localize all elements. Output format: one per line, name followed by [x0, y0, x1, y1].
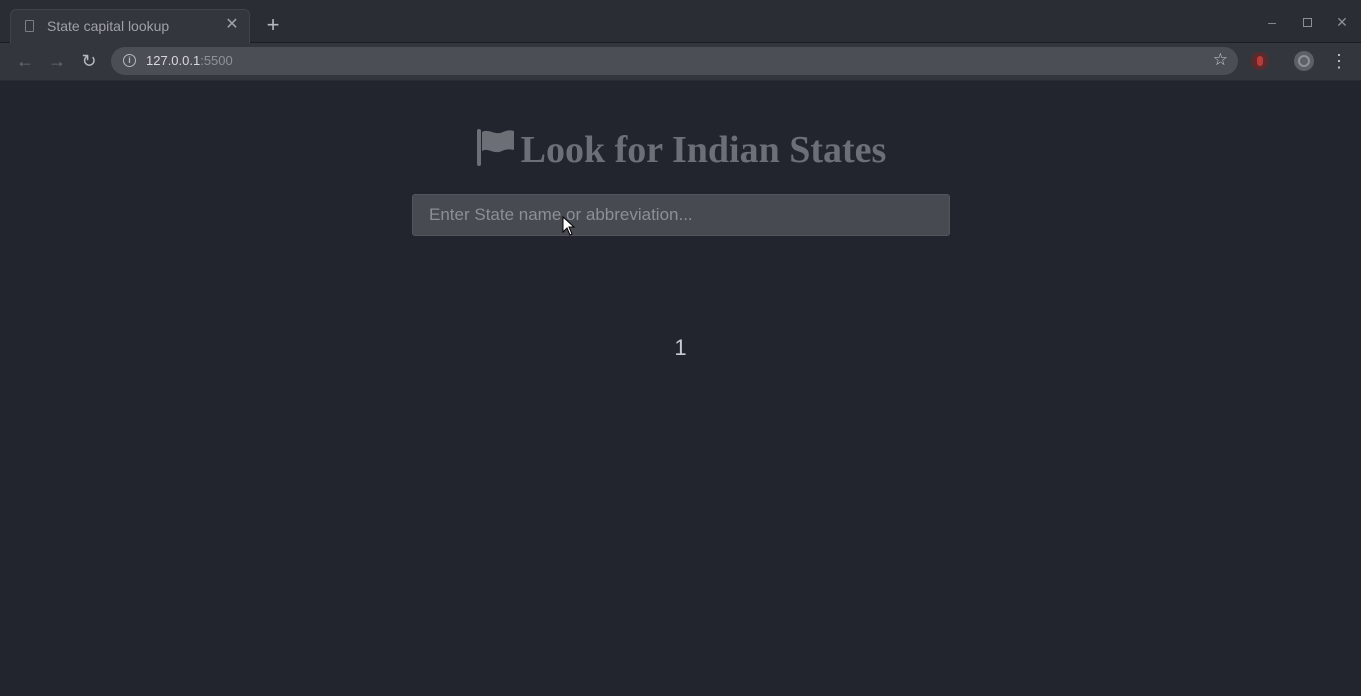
- maximize-button[interactable]: [1297, 12, 1317, 32]
- info-icon[interactable]: i: [123, 54, 136, 67]
- url-port: :5500: [200, 53, 233, 68]
- state-search-input[interactable]: [412, 194, 950, 236]
- bookmark-star-icon[interactable]: ☆: [1213, 50, 1228, 70]
- browser-tab[interactable]: State capital lookup ✕: [10, 9, 250, 43]
- mouse-cursor-icon: [562, 216, 576, 236]
- browser-menu-icon[interactable]: ⋮: [1330, 51, 1348, 71]
- browser-toolbar: ← → ↻ i 127.0.0.1:5500 ☆ ⋮: [0, 43, 1361, 81]
- address-bar[interactable]: i 127.0.0.1:5500 ☆: [111, 47, 1238, 75]
- back-arrow-icon[interactable]: ←: [13, 49, 37, 73]
- url-text: 127.0.0.1:5500: [146, 53, 233, 68]
- page-icon: [25, 20, 34, 32]
- close-tab-icon[interactable]: ✕: [223, 16, 241, 34]
- result-count: 1: [674, 335, 687, 360]
- reload-icon[interactable]: ↻: [77, 49, 101, 73]
- new-tab-button[interactable]: +: [262, 14, 284, 36]
- forward-arrow-icon[interactable]: →: [45, 49, 69, 73]
- browser-titlebar: State capital lookup ✕ + – ✕: [0, 0, 1361, 43]
- extension-record-icon[interactable]: [1251, 52, 1269, 70]
- minimize-button[interactable]: –: [1262, 12, 1282, 32]
- tab-title: State capital lookup: [47, 18, 170, 34]
- heading-text: Look for Indian States: [520, 129, 887, 171]
- close-window-button[interactable]: ✕: [1332, 12, 1352, 32]
- extension-icon[interactable]: [1294, 51, 1314, 71]
- url-host: 127.0.0.1: [146, 53, 201, 68]
- flag-icon: [476, 129, 514, 166]
- page-content: Look for Indian States 1: [0, 81, 1361, 696]
- page-heading: Look for Indian States: [0, 128, 1361, 172]
